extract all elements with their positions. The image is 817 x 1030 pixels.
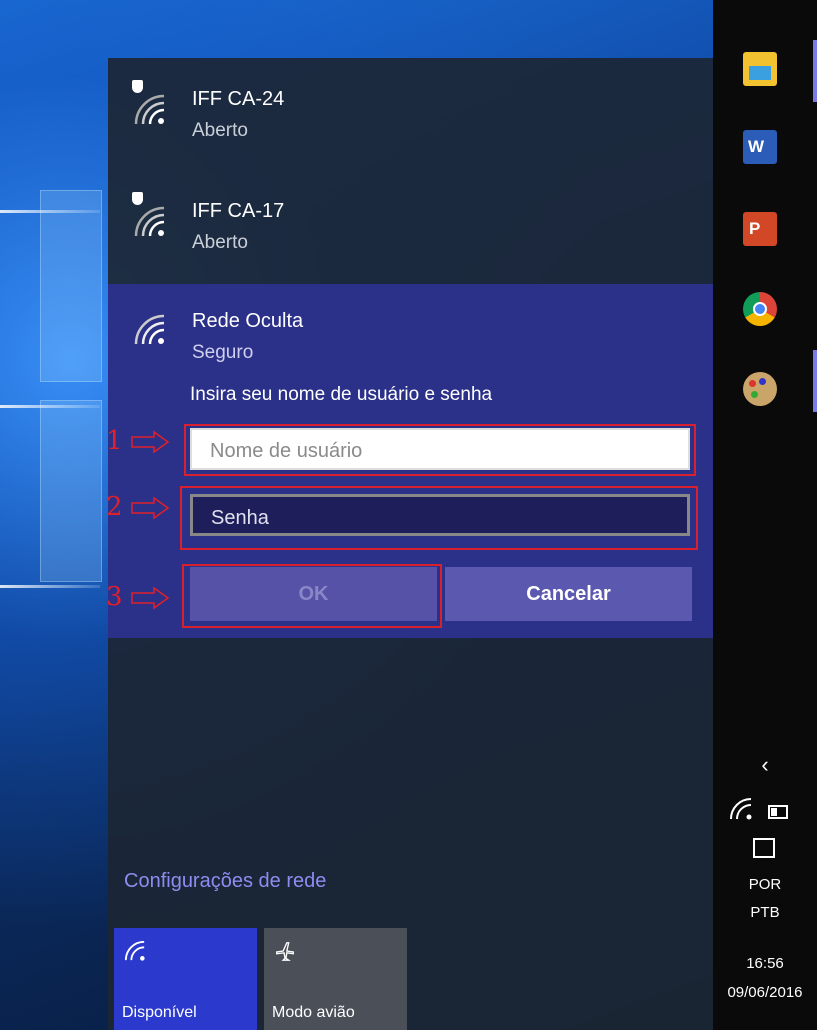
network-item-rede-oculta: Rede Oculta Seguro Insira seu nome de us… <box>106 284 713 638</box>
network-item-iff-ca-24[interactable]: IFF CA-24 Aberto <box>108 58 713 170</box>
network-settings-link[interactable]: Configurações de rede <box>124 870 326 893</box>
light-beam <box>0 210 100 213</box>
shield-icon <box>132 192 143 205</box>
annotation-box-ok <box>182 564 442 628</box>
battery-icon[interactable] <box>768 805 788 819</box>
annotation-arrow-icon <box>131 586 170 610</box>
wifi-icon <box>124 940 145 961</box>
network-status: Aberto <box>192 120 248 141</box>
notification-icon[interactable] <box>753 838 775 858</box>
chrome-icon[interactable] <box>743 292 777 326</box>
clock-time[interactable]: 16:56 <box>713 955 817 972</box>
cancel-button[interactable]: Cancelar <box>445 567 692 621</box>
network-status: Seguro <box>192 342 254 363</box>
paint-icon[interactable] <box>743 372 777 406</box>
chevron-left-icon[interactable]: ‹ <box>713 752 817 778</box>
keyboard-layout[interactable]: PTB <box>713 904 817 921</box>
clock-date[interactable]: 09/06/2016 <box>713 984 817 1001</box>
network-name: IFF CA-24 <box>192 88 285 110</box>
file-explorer-icon[interactable] <box>743 52 777 86</box>
network-name: IFF CA-17 <box>192 200 285 222</box>
airplane-mode-tile[interactable]: Modo avião <box>264 928 407 1030</box>
annotation-number-3: 3 <box>106 582 123 612</box>
airplane-icon <box>276 942 294 961</box>
network-flyout: IFF CA-24 Aberto IFF CA-17 Aberto Rede O… <box>106 58 713 1030</box>
windows-logo-pane <box>40 400 102 582</box>
annotation-box-username <box>184 424 696 476</box>
powerpoint-icon[interactable]: P <box>743 212 777 246</box>
running-indicator <box>813 350 817 412</box>
light-beam <box>0 585 100 588</box>
word-icon[interactable]: W <box>743 130 777 164</box>
windows-logo-pane <box>40 190 102 382</box>
network-name: Rede Oculta <box>192 310 304 332</box>
credentials-prompt: Insira seu nome de usuário e senha <box>190 384 493 405</box>
annotation-number-2: 2 <box>106 492 123 522</box>
tile-label: Modo avião <box>272 1004 355 1021</box>
annotation-box-password <box>180 486 698 550</box>
language-code[interactable]: POR <box>713 876 817 893</box>
tile-label: Disponível <box>122 1004 197 1021</box>
running-indicator <box>813 40 817 102</box>
secured-wifi-icon <box>130 202 166 238</box>
wifi-toggle-tile[interactable]: Disponível <box>114 928 257 1030</box>
network-item-iff-ca-17[interactable]: IFF CA-17 Aberto <box>108 170 713 282</box>
taskbar: W P ‹ POR PTB 16:56 09/06/2016 <box>713 0 817 1030</box>
shield-icon <box>132 80 143 93</box>
secured-wifi-icon <box>130 90 166 126</box>
annotation-number-1: 1 <box>106 426 123 456</box>
network-status: Aberto <box>192 232 248 253</box>
light-beam <box>0 405 100 408</box>
annotation-arrow-icon <box>131 496 170 520</box>
wifi-icon <box>130 310 166 346</box>
wifi-tray-icon[interactable] <box>729 797 753 826</box>
annotation-arrow-icon <box>131 430 170 454</box>
